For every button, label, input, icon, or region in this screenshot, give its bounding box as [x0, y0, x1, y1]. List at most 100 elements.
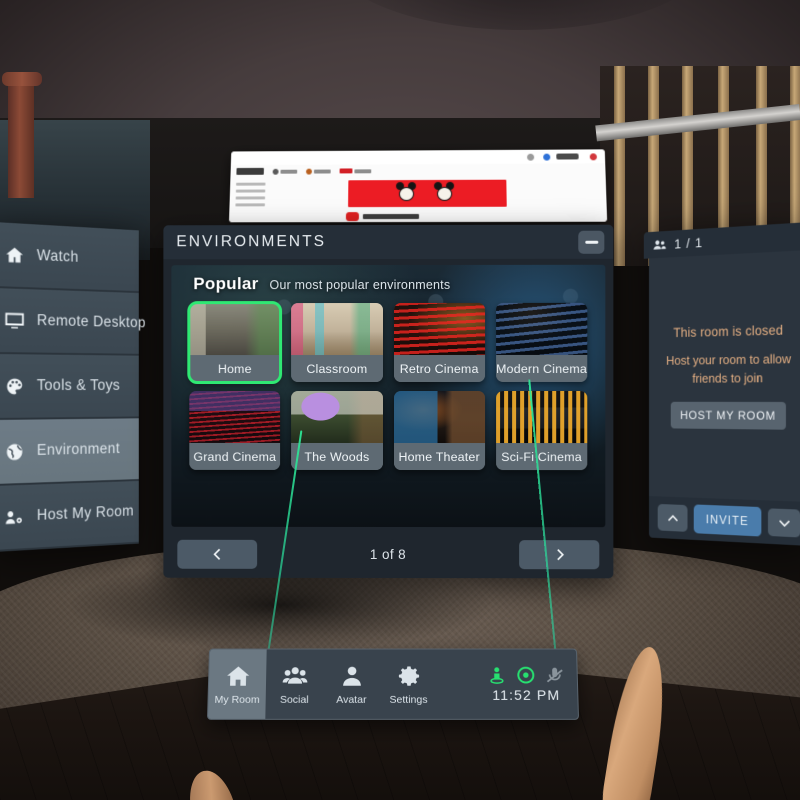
sidebar-item-label: Tools & Toys — [37, 377, 120, 395]
tile-label: Modern Cinema — [496, 355, 587, 382]
tile-label: Classroom — [291, 355, 382, 382]
background-browser-window[interactable] — [229, 149, 607, 222]
nav-chip — [273, 168, 298, 174]
dock-item-label: Social — [280, 693, 309, 705]
sidebar-item-environment[interactable]: Environment — [0, 418, 139, 486]
tile-thumbnail — [496, 391, 587, 443]
section-heading: Popular — [193, 274, 258, 294]
environment-tile-home-theater[interactable]: Home Theater — [393, 391, 484, 470]
environment-tile-classroom[interactable]: Classroom — [291, 303, 382, 382]
sidebar-item-label: Watch — [37, 247, 79, 267]
tile-label: The Woods — [291, 443, 382, 470]
nav-chip — [306, 168, 331, 174]
environment-tile-modern-cinema[interactable]: Modern Cinema — [496, 303, 587, 382]
mickey-banner — [348, 180, 507, 207]
dock-item-label: My Room — [214, 693, 259, 705]
page-title: ENVIRONMENTS — [176, 233, 326, 251]
gear-icon — [395, 663, 421, 689]
room-body: This room is closed Host your room to al… — [649, 250, 800, 502]
tile-label: Home — [189, 355, 280, 382]
dock-item-label: Settings — [390, 693, 428, 705]
microphone-muted-icon[interactable] — [545, 665, 565, 685]
browser-sidebar — [235, 183, 265, 207]
previous-page-button[interactable] — [177, 539, 257, 568]
bottom-dock: My Room Social Avatar Settings 11:52 PM — [207, 649, 579, 720]
people-gear-icon — [4, 506, 25, 529]
chevron-left-icon — [210, 546, 225, 561]
dock-status-area: 11:52 PM — [486, 650, 578, 719]
sidebar-item-tools-toys[interactable]: Tools & Toys — [0, 354, 139, 420]
people-icon — [652, 236, 667, 253]
browser-account-dot — [543, 154, 550, 161]
chevron-down-icon — [777, 515, 791, 531]
browser-profile-dot — [590, 153, 597, 160]
site-logo — [236, 168, 264, 175]
home-icon — [224, 663, 251, 689]
next-page-button[interactable] — [519, 540, 599, 569]
dock-item-label: Avatar — [336, 693, 366, 705]
tile-thumbnail — [291, 391, 382, 443]
tile-label: Home Theater — [393, 443, 484, 470]
tile-thumbnail — [189, 391, 280, 443]
palette-icon — [4, 375, 25, 397]
tile-label: Sci-Fi Cinema — [496, 443, 587, 470]
tile-thumbnail — [393, 391, 484, 443]
dock-item-social[interactable]: Social — [265, 650, 323, 719]
environment-tile-the-woods[interactable]: The Woods — [291, 391, 382, 470]
environment-tile-home[interactable]: Home — [189, 303, 280, 382]
tile-thumbnail — [189, 303, 280, 355]
tile-thumbnail — [291, 303, 382, 355]
scroll-down-button[interactable] — [768, 508, 800, 537]
room-panel: 1 / 1 This room is closed Host your room… — [644, 222, 800, 574]
section-header: Popular Our most popular environments — [171, 265, 605, 294]
monitor-icon — [4, 309, 25, 331]
recenter-icon[interactable] — [516, 665, 536, 685]
tile-label: Grand Cinema — [189, 443, 280, 470]
vr-screen: Watch Remote Desktop Tools & Toys Enviro… — [0, 0, 800, 800]
chevron-up-icon — [666, 510, 679, 525]
environment-tile-retro-cinema[interactable]: Retro Cinema — [393, 303, 484, 382]
red-pillar — [8, 78, 34, 198]
environment-tile-grand-cinema[interactable]: Grand Cinema — [189, 391, 280, 470]
room-occupancy: 1 / 1 — [674, 234, 703, 251]
scroll-up-button[interactable] — [658, 504, 688, 532]
mickey-mouse-figure — [396, 182, 418, 206]
home-icon — [4, 243, 25, 266]
dock-item-my-room[interactable]: My Room — [208, 650, 267, 719]
tile-thumbnail — [393, 303, 484, 355]
sidebar-item-host-my-room[interactable]: Host My Room — [0, 481, 139, 552]
chevron-right-icon — [552, 547, 567, 562]
environment-tile-grid: Home Classroom Retro Cinema Modern Cinem… — [171, 303, 605, 470]
sidebar-item-label: Remote Desktop — [37, 312, 146, 332]
page-indicator: 1 of 8 — [370, 546, 406, 561]
minnie-mouse-figure — [434, 182, 456, 206]
room-hint-text: Host your room to allow friends to join — [658, 350, 800, 388]
dock-item-avatar[interactable]: Avatar — [323, 650, 380, 719]
play-icon — [346, 212, 359, 221]
sidebar-item-watch[interactable]: Watch — [0, 222, 139, 293]
sidebar-item-label: Environment — [37, 441, 120, 460]
room-footer: INVITE — [649, 496, 800, 546]
environment-tile-sci-fi-cinema[interactable]: Sci-Fi Cinema — [496, 391, 587, 470]
minimize-icon — [585, 240, 598, 243]
sidebar-item-remote-desktop[interactable]: Remote Desktop — [0, 288, 139, 356]
clock: 11:52 PM — [492, 687, 560, 703]
status-icon-row — [487, 665, 565, 685]
people-icon — [281, 663, 307, 689]
browser-nav — [236, 167, 371, 174]
sidebar-item-label: Host My Room — [37, 503, 134, 525]
globe-icon — [4, 440, 25, 462]
main-menu-sidebar: Watch Remote Desktop Tools & Toys Enviro… — [0, 222, 139, 552]
dock-item-settings[interactable]: Settings — [380, 650, 437, 719]
minimize-button[interactable] — [578, 230, 604, 253]
avatar-position-icon[interactable] — [487, 665, 507, 685]
video-result-row — [346, 212, 419, 221]
host-my-room-button[interactable]: HOST MY ROOM — [671, 402, 787, 430]
pillar-cap — [2, 72, 42, 86]
browser-content — [229, 163, 607, 222]
nav-chip — [340, 168, 372, 173]
environments-header: ENVIRONMENTS — [163, 225, 613, 260]
person-icon — [338, 663, 364, 689]
search-icon — [527, 154, 534, 161]
invite-button[interactable]: INVITE — [694, 504, 762, 536]
